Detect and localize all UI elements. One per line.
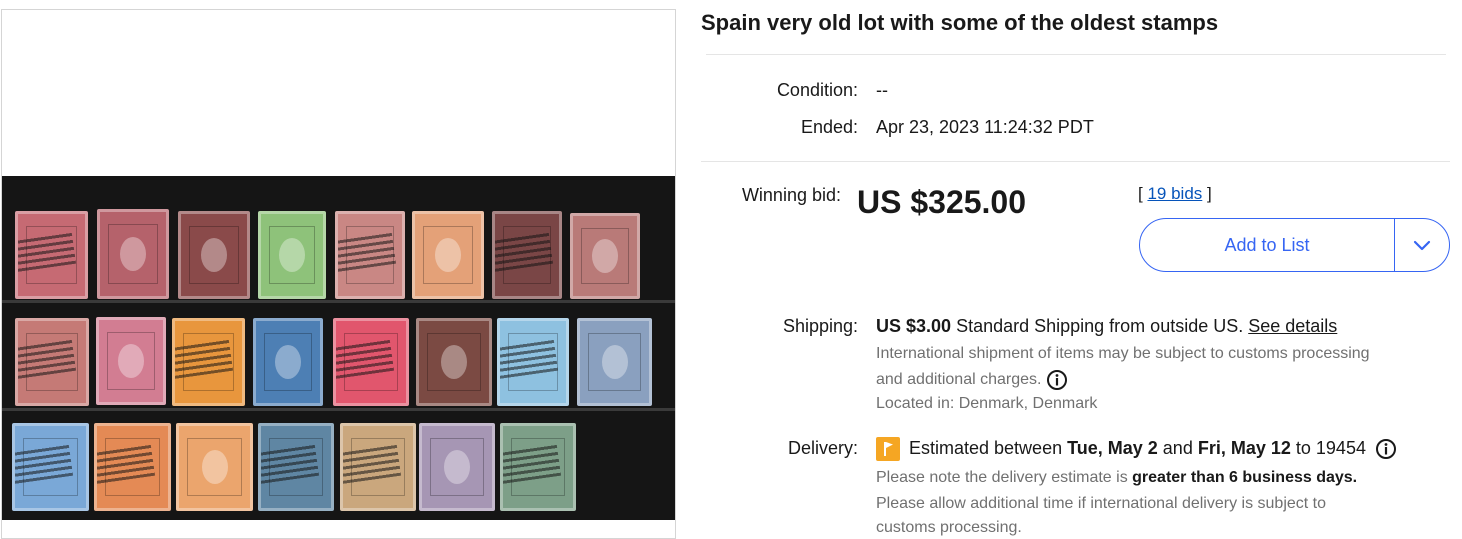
stamp [333,318,409,406]
add-to-list-control: Add to List [1139,218,1450,272]
info-circle-icon[interactable] [1375,438,1397,460]
flag-icon [876,437,900,461]
ended-label: Ended: [800,117,858,137]
add-to-list-dropdown-button[interactable] [1395,219,1449,271]
stamp [570,213,640,299]
stamp [412,211,484,299]
winning-bid-label: Winning bid: [741,185,841,205]
delivery-estimate: Estimated between Tue, May 2 and Fri, Ma… [909,438,1397,460]
info-circle-icon[interactable] [1046,369,1068,391]
bid-bracket-close: ] [1202,184,1212,203]
delivery-text: to [1290,438,1316,458]
delivery-date-end: Fri, May 12 [1197,438,1291,458]
delivery-note-line2: Please allow additional time if internat… [876,495,1327,512]
condition-label: Condition: [776,80,858,100]
stamp [178,211,250,299]
stamp [96,317,166,405]
item-photo-stamps [2,176,675,520]
stamp [577,318,652,406]
winning-bid-price: US $325.00 [857,184,1027,220]
delivery-note-text: Please note the delivery estimate is [876,469,1133,486]
stock-strip [2,300,675,303]
divider [701,161,1450,162]
bid-count: [ 19 bids ] [1138,184,1212,204]
delivery-note-bold: greater than 6 business days. [1132,469,1358,486]
item-location: Located in: Denmark, Denmark [876,395,1098,412]
stamp [172,318,245,406]
stamp [253,318,323,406]
stamp [340,423,416,511]
stamp [97,209,169,299]
shipping-summary: US $3.00 Standard Shipping from outside … [876,316,1337,337]
stamp [497,318,569,406]
stock-strip [2,408,675,411]
shipping-price: US $3.00 [876,316,952,336]
bid-history-link[interactable]: 19 bids [1147,184,1202,203]
stamp [94,423,171,511]
stamp [258,211,326,299]
shipping-note-text: and additional charges. [876,371,1042,389]
item-title: Spain very old lot with some of the olde… [701,10,1219,35]
delivery-text: Estimated between [909,438,1068,458]
stamp [492,211,562,299]
stamp [12,423,89,511]
delivery-note-line1: Please note the delivery estimate is gre… [876,469,1357,487]
delivery-zip[interactable]: 19454 [1316,438,1366,458]
stamp [335,211,405,299]
condition-value: -- [876,80,888,100]
stamp [500,423,576,511]
stamp [15,318,89,406]
stamp [258,423,334,511]
add-to-list-button[interactable]: Add to List [1140,219,1394,271]
chevron-down-icon [1413,240,1431,251]
shipping-method: Standard Shipping from outside US. [951,316,1249,336]
delivery-label: Delivery: [787,438,858,458]
stamp [419,423,495,511]
delivery-text: and [1157,438,1198,458]
stamp [15,211,88,299]
item-image-panel[interactable] [1,9,676,539]
shipping-note-line1: International shipment of items may be s… [876,345,1370,362]
stamp [176,423,253,511]
delivery-date-start: Tue, May 2 [1067,438,1158,458]
ended-value: Apr 23, 2023 11:24:32 PDT [876,117,1094,137]
delivery-note-line3: customs processing. [876,519,1022,536]
shipping-label: Shipping: [782,316,858,336]
stamp [416,318,492,406]
see-details-link[interactable]: See details [1248,316,1337,336]
shipping-note-line2: and additional charges. [876,369,1068,391]
divider [706,54,1446,55]
